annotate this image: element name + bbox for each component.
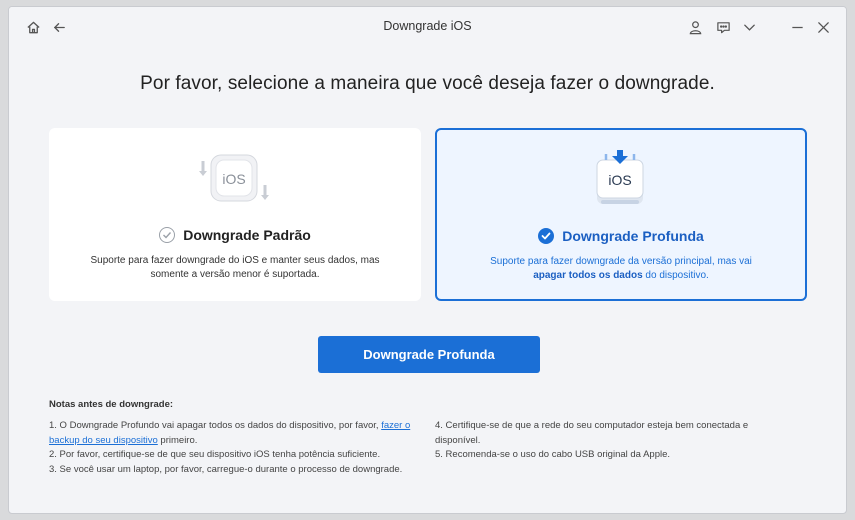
option-title-row: Downgrade Padrão [50, 227, 420, 243]
option-card-deep[interactable]: iOS Downgrade Profunda Suporte para faze… [435, 128, 807, 301]
option-description-standard: Suporte para fazer downgrade do iOS e ma… [80, 254, 390, 282]
user-icon[interactable] [683, 15, 707, 39]
note-item-1: 1. O Downgrade Profundo vai apagar todos… [49, 420, 411, 446]
notes-title: Notas antes de downgrade: [49, 399, 174, 410]
desc-line-1: Suporte para fazer downgrade do iOS e ma… [90, 255, 380, 266]
desc-line-2: do dispositivo. [642, 270, 709, 281]
option-description-deep: Suporte para fazer downgrade da versão p… [467, 255, 775, 283]
desc-emphasis: apagar todos os dados [533, 270, 643, 281]
minimize-icon[interactable] [785, 15, 809, 39]
ios-art-text: iOS [222, 171, 245, 187]
home-icon[interactable] [21, 15, 45, 39]
note-item-5: 5. Recomenda-se o uso do cabo USB origin… [435, 449, 671, 460]
radio-checked-icon[interactable] [538, 228, 555, 244]
option-card-standard[interactable]: iOS Downgrade Padrão Suporte para fazer … [49, 128, 421, 301]
note-item-2: 2. Por favor, certifique-se de que seu d… [49, 449, 381, 460]
desc-line-1: Suporte para fazer downgrade da versão p… [490, 256, 752, 267]
note-item-3: 3. Se você usar um laptop, por favor, ca… [49, 463, 403, 475]
back-arrow-icon[interactable] [47, 15, 71, 39]
feedback-icon[interactable] [711, 15, 735, 39]
option-title-standard: Downgrade Padrão [183, 227, 311, 243]
chevron-down-icon[interactable] [737, 15, 761, 39]
option-title-row: Downgrade Profunda [437, 228, 805, 244]
ios-deep-illustration: iOS [596, 150, 644, 204]
downgrade-start-button[interactable]: Downgrade Profunda [318, 336, 540, 373]
radio-unchecked-icon[interactable] [159, 227, 176, 243]
app-window: Downgrade iOS Por favor, selecione a man… [8, 6, 847, 514]
ios-art-text: iOS [608, 172, 631, 188]
notes-column-right: 4. Certifique-se de que a rede do seu co… [435, 419, 775, 463]
option-title-deep: Downgrade Profunda [562, 228, 704, 244]
note-item-4: 4. Certifique-se de que a rede do seu co… [435, 420, 749, 446]
page-heading: Por favor, selecione a maneira que você … [140, 73, 715, 94]
ios-standard-illustration: iOS [199, 154, 269, 202]
close-icon[interactable] [811, 15, 835, 39]
desc-line-2: somente a versão menor é suportada. [150, 269, 320, 280]
notes-column-left: 1. O Downgrade Profundo vai apagar todos… [49, 419, 429, 477]
title-bar: Downgrade iOS [9, 7, 846, 47]
